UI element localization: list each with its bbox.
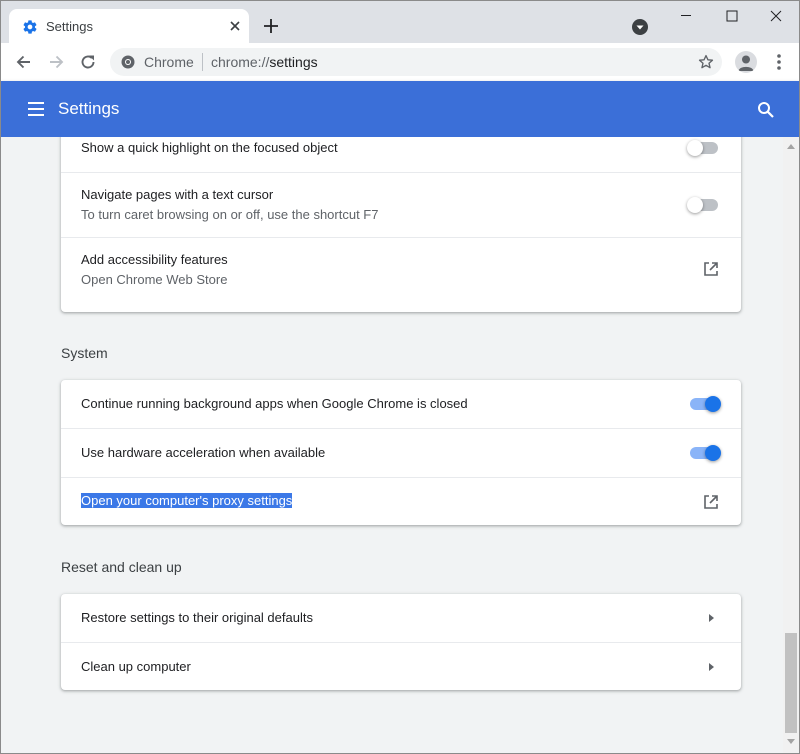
system-card: Continue running background apps when Go…	[61, 380, 741, 525]
setting-row-restore-defaults[interactable]: Restore settings to their original defau…	[61, 594, 741, 642]
row-title: Navigate pages with a text cursor	[81, 187, 274, 202]
row-title: Restore settings to their original defau…	[81, 610, 313, 625]
setting-row-hardware-acceleration[interactable]: Use hardware acceleration when available	[61, 428, 741, 477]
browser-window: Settings Chrome chrome://settings Settin…	[0, 0, 800, 754]
row-title: Use hardware acceleration when available	[81, 445, 326, 460]
person-icon	[738, 55, 754, 71]
close-icon[interactable]	[753, 1, 799, 31]
setting-row-focus-highlight[interactable]: Show a quick highlight on the focused ob…	[61, 137, 741, 172]
arrow-right-icon	[709, 614, 714, 622]
menu-hamburger-icon[interactable]	[26, 100, 46, 118]
url-text: chrome://settings	[211, 54, 318, 70]
vertical-scrollbar[interactable]	[783, 137, 799, 753]
settings-gear-icon	[23, 20, 37, 34]
open-in-new-icon[interactable]	[702, 493, 720, 511]
caret-browsing-toggle[interactable]	[687, 195, 721, 215]
background-apps-toggle[interactable]	[687, 394, 721, 414]
hardware-acceleration-toggle[interactable]	[687, 443, 721, 463]
row-title: Continue running background apps when Go…	[81, 396, 468, 411]
row-subtitle: Open Chrome Web Store	[81, 272, 228, 287]
url-path: settings	[269, 54, 318, 70]
back-arrow-icon[interactable]	[14, 52, 34, 72]
page-title: Settings	[58, 99, 120, 118]
tab-strip: Settings	[1, 1, 799, 43]
toggle-knob	[687, 140, 703, 156]
toggle-knob	[687, 197, 703, 213]
reload-icon[interactable]	[78, 52, 98, 72]
toggle-knob	[705, 445, 721, 461]
setting-row-background-apps[interactable]: Continue running background apps when Go…	[61, 380, 741, 428]
setting-row-add-accessibility-features[interactable]: Add accessibility features Open Chrome W…	[61, 237, 741, 313]
setting-row-clean-up-computer[interactable]: Clean up computer	[61, 642, 741, 691]
settings-header: Settings	[1, 81, 799, 137]
address-bar[interactable]: Chrome chrome://settings	[110, 48, 722, 76]
url-separator	[202, 53, 203, 71]
minimize-icon[interactable]	[663, 1, 709, 31]
browser-toolbar: Chrome chrome://settings	[1, 43, 799, 81]
row-title: Open your computer's proxy settings	[81, 493, 293, 508]
chrome-logo-icon	[121, 55, 135, 69]
url-scheme: chrome://	[211, 54, 270, 70]
tab-settings[interactable]: Settings	[9, 9, 249, 43]
url-origin-label: Chrome	[144, 54, 194, 70]
setting-row-proxy-settings[interactable]: Open your computer's proxy settings	[61, 477, 741, 526]
toggle-knob	[705, 396, 721, 412]
row-title: Show a quick highlight on the focused ob…	[81, 140, 338, 155]
row-subtitle: To turn caret browsing on or off, use th…	[81, 207, 379, 222]
tab-title: Settings	[46, 19, 93, 34]
section-title-reset: Reset and clean up	[61, 559, 182, 575]
maximize-icon[interactable]	[709, 1, 755, 31]
arrow-right-icon	[709, 663, 714, 671]
reset-card: Restore settings to their original defau…	[61, 594, 741, 690]
settings-content: Show a quick highlight on the focused ob…	[1, 137, 783, 753]
scroll-up-arrow-icon[interactable]	[787, 143, 795, 149]
search-icon[interactable]	[756, 100, 776, 120]
profile-avatar-icon[interactable]	[735, 51, 757, 73]
section-title-system: System	[61, 345, 108, 361]
focus-highlight-toggle[interactable]	[687, 138, 721, 158]
more-vert-icon[interactable]	[769, 52, 789, 72]
accessibility-card: Show a quick highlight on the focused ob…	[61, 137, 741, 312]
tab-search-dropdown-icon[interactable]	[631, 18, 649, 36]
forward-arrow-icon[interactable]	[46, 52, 66, 72]
tab-close-icon[interactable]	[227, 18, 243, 34]
scroll-down-arrow-icon[interactable]	[787, 739, 795, 745]
scrollbar-thumb[interactable]	[785, 633, 797, 733]
setting-row-caret-browsing[interactable]: Navigate pages with a text cursor To tur…	[61, 172, 741, 237]
row-title: Add accessibility features	[81, 252, 228, 267]
bookmark-star-icon[interactable]	[697, 53, 715, 71]
new-tab-plus-icon[interactable]	[261, 16, 281, 36]
open-in-new-icon[interactable]	[702, 260, 720, 278]
row-title: Clean up computer	[81, 659, 191, 674]
